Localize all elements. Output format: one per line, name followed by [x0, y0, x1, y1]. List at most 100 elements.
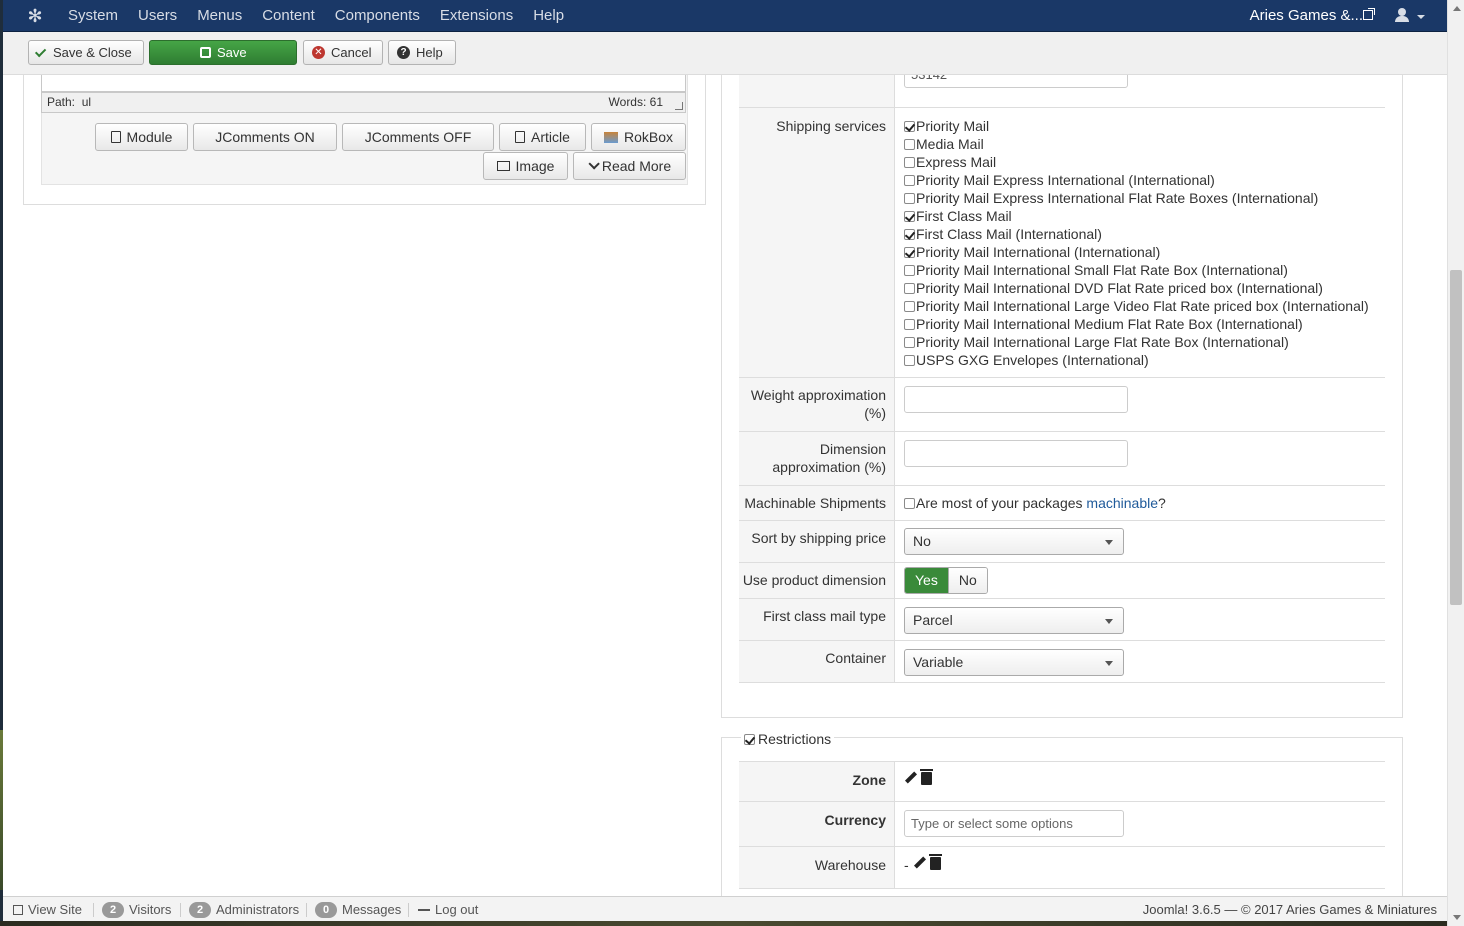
first-class-select[interactable]: Parcel [904, 607, 1124, 634]
shipping-service-item: USPS GXG Envelopes (International) [904, 351, 1369, 369]
editor-textarea[interactable] [41, 75, 686, 92]
article-button[interactable]: Article [499, 123, 586, 151]
weight-approximation-input[interactable] [904, 386, 1128, 413]
restrictions-title: Restrictions [758, 731, 832, 747]
joomla-logo-icon[interactable]: ✻ [25, 6, 45, 26]
shipping-services-row: Shipping services Priority Mail Media Mai… [739, 108, 1385, 378]
shipping-service-label: Priority Mail International Small Flat R… [916, 262, 1288, 278]
top-navbar: ✻ System Users Menus Content Components … [3, 0, 1447, 32]
module-button[interactable]: Module [95, 123, 188, 151]
shipping-service-label: First Class Mail [916, 208, 1012, 224]
jcomments-off-button[interactable]: JComments OFF [342, 123, 494, 151]
shipping-service-checkbox[interactable] [904, 355, 915, 366]
jcomments-on-button[interactable]: JComments ON [193, 123, 337, 151]
no-option[interactable]: No [947, 568, 987, 593]
shipping-service-checkbox[interactable] [904, 337, 915, 348]
zone-label: Zone [852, 772, 886, 788]
read-more-label: Read More [601, 158, 672, 174]
shipping-service-checkbox[interactable] [904, 247, 915, 258]
user-menu-icon[interactable] [1395, 8, 1409, 22]
administrators-label: Administrators [216, 902, 300, 917]
menu-components[interactable]: Components [325, 0, 430, 32]
image-button[interactable]: Image [483, 152, 568, 180]
jcomments-off-label: JComments OFF [364, 129, 472, 145]
administrators-link[interactable]: 2 Administrators [189, 897, 299, 922]
postcode-row: 53142 [739, 75, 1385, 108]
shipping-service-checkbox[interactable] [904, 301, 915, 312]
menu-help[interactable]: Help [523, 0, 574, 32]
trash-icon[interactable] [920, 769, 933, 785]
edit-icon[interactable] [913, 856, 927, 870]
jcomments-on-label: JComments ON [215, 129, 315, 145]
shipping-service-checkbox[interactable] [904, 319, 915, 330]
shipping-service-checkbox[interactable] [904, 283, 915, 294]
machinable-checkbox[interactable] [904, 498, 915, 509]
help-label: Help [416, 45, 443, 60]
cancel-button[interactable]: ✕ Cancel [303, 40, 383, 65]
save-close-button[interactable]: Save & Close [28, 40, 144, 65]
article-label: Article [531, 129, 570, 145]
visitors-link[interactable]: 2 Visitors [102, 897, 171, 922]
page-scrollbar[interactable] [1447, 0, 1464, 926]
read-more-button[interactable]: Read More [573, 152, 686, 180]
trash-icon[interactable] [928, 854, 942, 870]
shipping-services-label: Shipping services [776, 118, 886, 134]
edit-icon [200, 47, 211, 58]
content-area: Path: ul Words: 61 Module JComments ON J… [3, 75, 1447, 896]
currency-input[interactable]: Type or select some options [904, 810, 1124, 837]
external-link-icon[interactable] [1363, 8, 1375, 20]
zone-row: Zone [739, 761, 1385, 802]
messages-link[interactable]: 0 Messages [315, 897, 401, 922]
dimension-approximation-input[interactable] [904, 440, 1128, 467]
warehouse-value: - [904, 857, 909, 873]
shipping-service-checkbox[interactable] [904, 193, 915, 204]
yes-option[interactable]: Yes [905, 568, 948, 593]
menu-content[interactable]: Content [252, 0, 325, 32]
weight-label-unit: (%) [864, 405, 886, 421]
help-button[interactable]: ? Help [388, 40, 456, 65]
view-site-link[interactable]: View Site [13, 897, 82, 922]
shipping-service-label: Priority Mail Express International (Int… [916, 172, 1215, 188]
shipping-service-checkbox[interactable] [904, 175, 915, 186]
shipping-service-checkbox[interactable] [904, 157, 915, 168]
machinable-field: Are most of your packages machinable? [904, 494, 1166, 512]
shipping-service-item: Priority Mail Express International Flat… [904, 189, 1369, 207]
zone-actions [904, 769, 933, 788]
sort-select[interactable]: No [904, 528, 1124, 555]
cancel-label: Cancel [331, 45, 372, 60]
chevron-down-icon[interactable] [1417, 15, 1425, 19]
machinable-label: Machinable Shipments [744, 495, 886, 511]
restrictions-checkbox[interactable] [744, 733, 755, 745]
shipping-service-checkbox[interactable] [904, 229, 915, 240]
logout-link[interactable]: Log out [418, 897, 478, 922]
machinable-link[interactable]: machinable [1086, 495, 1158, 511]
word-count: Words: 61 [608, 95, 663, 109]
edit-icon[interactable] [904, 771, 918, 785]
save-button[interactable]: Save [149, 40, 297, 65]
scroll-down-icon[interactable] [1453, 915, 1461, 920]
site-name-link[interactable]: Aries Games &... [1250, 0, 1363, 32]
menu-system[interactable]: System [58, 0, 128, 32]
product-dimension-row: Use product dimension Yes No [739, 563, 1385, 599]
postcode-input[interactable]: 53142 [904, 75, 1128, 88]
rokbox-button[interactable]: RokBox [591, 123, 686, 151]
shipping-service-item: First Class Mail [904, 207, 1369, 225]
shipping-service-checkbox[interactable] [904, 139, 915, 150]
shipping-service-checkbox[interactable] [904, 265, 915, 276]
menu-extensions[interactable]: Extensions [430, 0, 523, 32]
scroll-up-icon[interactable] [1453, 6, 1461, 11]
path-value[interactable]: ul [82, 95, 91, 109]
resize-handle-icon[interactable] [675, 102, 683, 110]
container-select[interactable]: Variable [904, 649, 1124, 676]
help-icon: ? [397, 46, 410, 59]
first-class-row: First class mail type Parcel [739, 599, 1385, 641]
product-dimension-toggle: Yes No [904, 567, 988, 594]
menu-users[interactable]: Users [128, 0, 187, 32]
menu-menus[interactable]: Menus [187, 0, 252, 32]
dimension-row: Dimension approximation (%) [739, 432, 1385, 486]
shipping-service-checkbox[interactable] [904, 121, 915, 132]
shipping-service-checkbox[interactable] [904, 211, 915, 222]
scrollbar-thumb[interactable] [1450, 270, 1462, 605]
shipping-service-item: Express Mail [904, 153, 1369, 171]
shipping-service-label: Express Mail [916, 154, 997, 170]
